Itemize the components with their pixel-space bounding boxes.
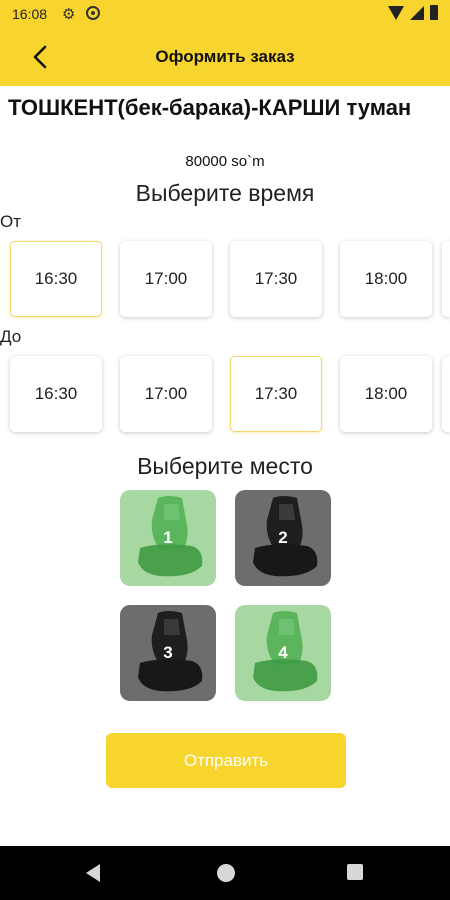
- from-time-option[interactable]: 17:30: [230, 241, 322, 317]
- from-time-option[interactable]: 17:00: [120, 241, 212, 317]
- from-time-row: 16:30 17:00 17:30 18:00: [0, 241, 450, 317]
- status-time: 16:08: [12, 6, 48, 22]
- app-bar: Оформить заказ: [0, 28, 450, 86]
- gear-icon: ⚙: [62, 6, 76, 23]
- seat-number: 4: [278, 643, 288, 662]
- signal-icon: [410, 6, 424, 20]
- submit-button[interactable]: Отправить: [106, 733, 346, 788]
- system-nav-bar: [0, 846, 450, 900]
- seat-1[interactable]: 1: [120, 490, 216, 586]
- page-title: Оформить заказ: [155, 47, 295, 66]
- to-time-option-partial[interactable]: [442, 356, 450, 432]
- seat-number: 2: [278, 528, 288, 547]
- time-section-title: Выберите время: [135, 180, 315, 206]
- seat-4[interactable]: 4: [235, 605, 331, 701]
- from-time-option[interactable]: 18:00: [340, 241, 432, 317]
- seat-2[interactable]: 2: [235, 490, 331, 586]
- route-title: ТОШКЕНТ(бек-барака)-КАРШИ туман: [8, 95, 412, 120]
- from-time-option-partial[interactable]: [442, 241, 450, 317]
- nav-recents-icon[interactable]: [347, 864, 363, 880]
- nav-back-icon[interactable]: [86, 864, 100, 882]
- price-label: 80000 so`m: [185, 153, 265, 170]
- seat-section-title: Выберите место: [137, 453, 313, 479]
- status-bar: 16:08 ⚙: [0, 0, 450, 28]
- to-time-option[interactable]: 16:30: [10, 356, 102, 432]
- to-time-option[interactable]: 18:00: [340, 356, 432, 432]
- to-time-row: 16:30 17:00 17:30 18:00: [0, 356, 450, 432]
- from-time-option[interactable]: 16:30: [10, 241, 102, 317]
- from-label: От: [0, 212, 22, 231]
- to-label: До: [0, 327, 22, 346]
- wifi-icon: [388, 6, 404, 20]
- battery-icon: [430, 5, 438, 20]
- seat-3[interactable]: 3: [120, 605, 216, 701]
- seat-number: 1: [163, 528, 173, 547]
- nav-home-icon[interactable]: [217, 864, 235, 882]
- to-time-option[interactable]: 17:30: [230, 356, 322, 432]
- seat-number: 3: [163, 643, 173, 662]
- sync-icon: [86, 6, 100, 20]
- to-time-option[interactable]: 17:00: [120, 356, 212, 432]
